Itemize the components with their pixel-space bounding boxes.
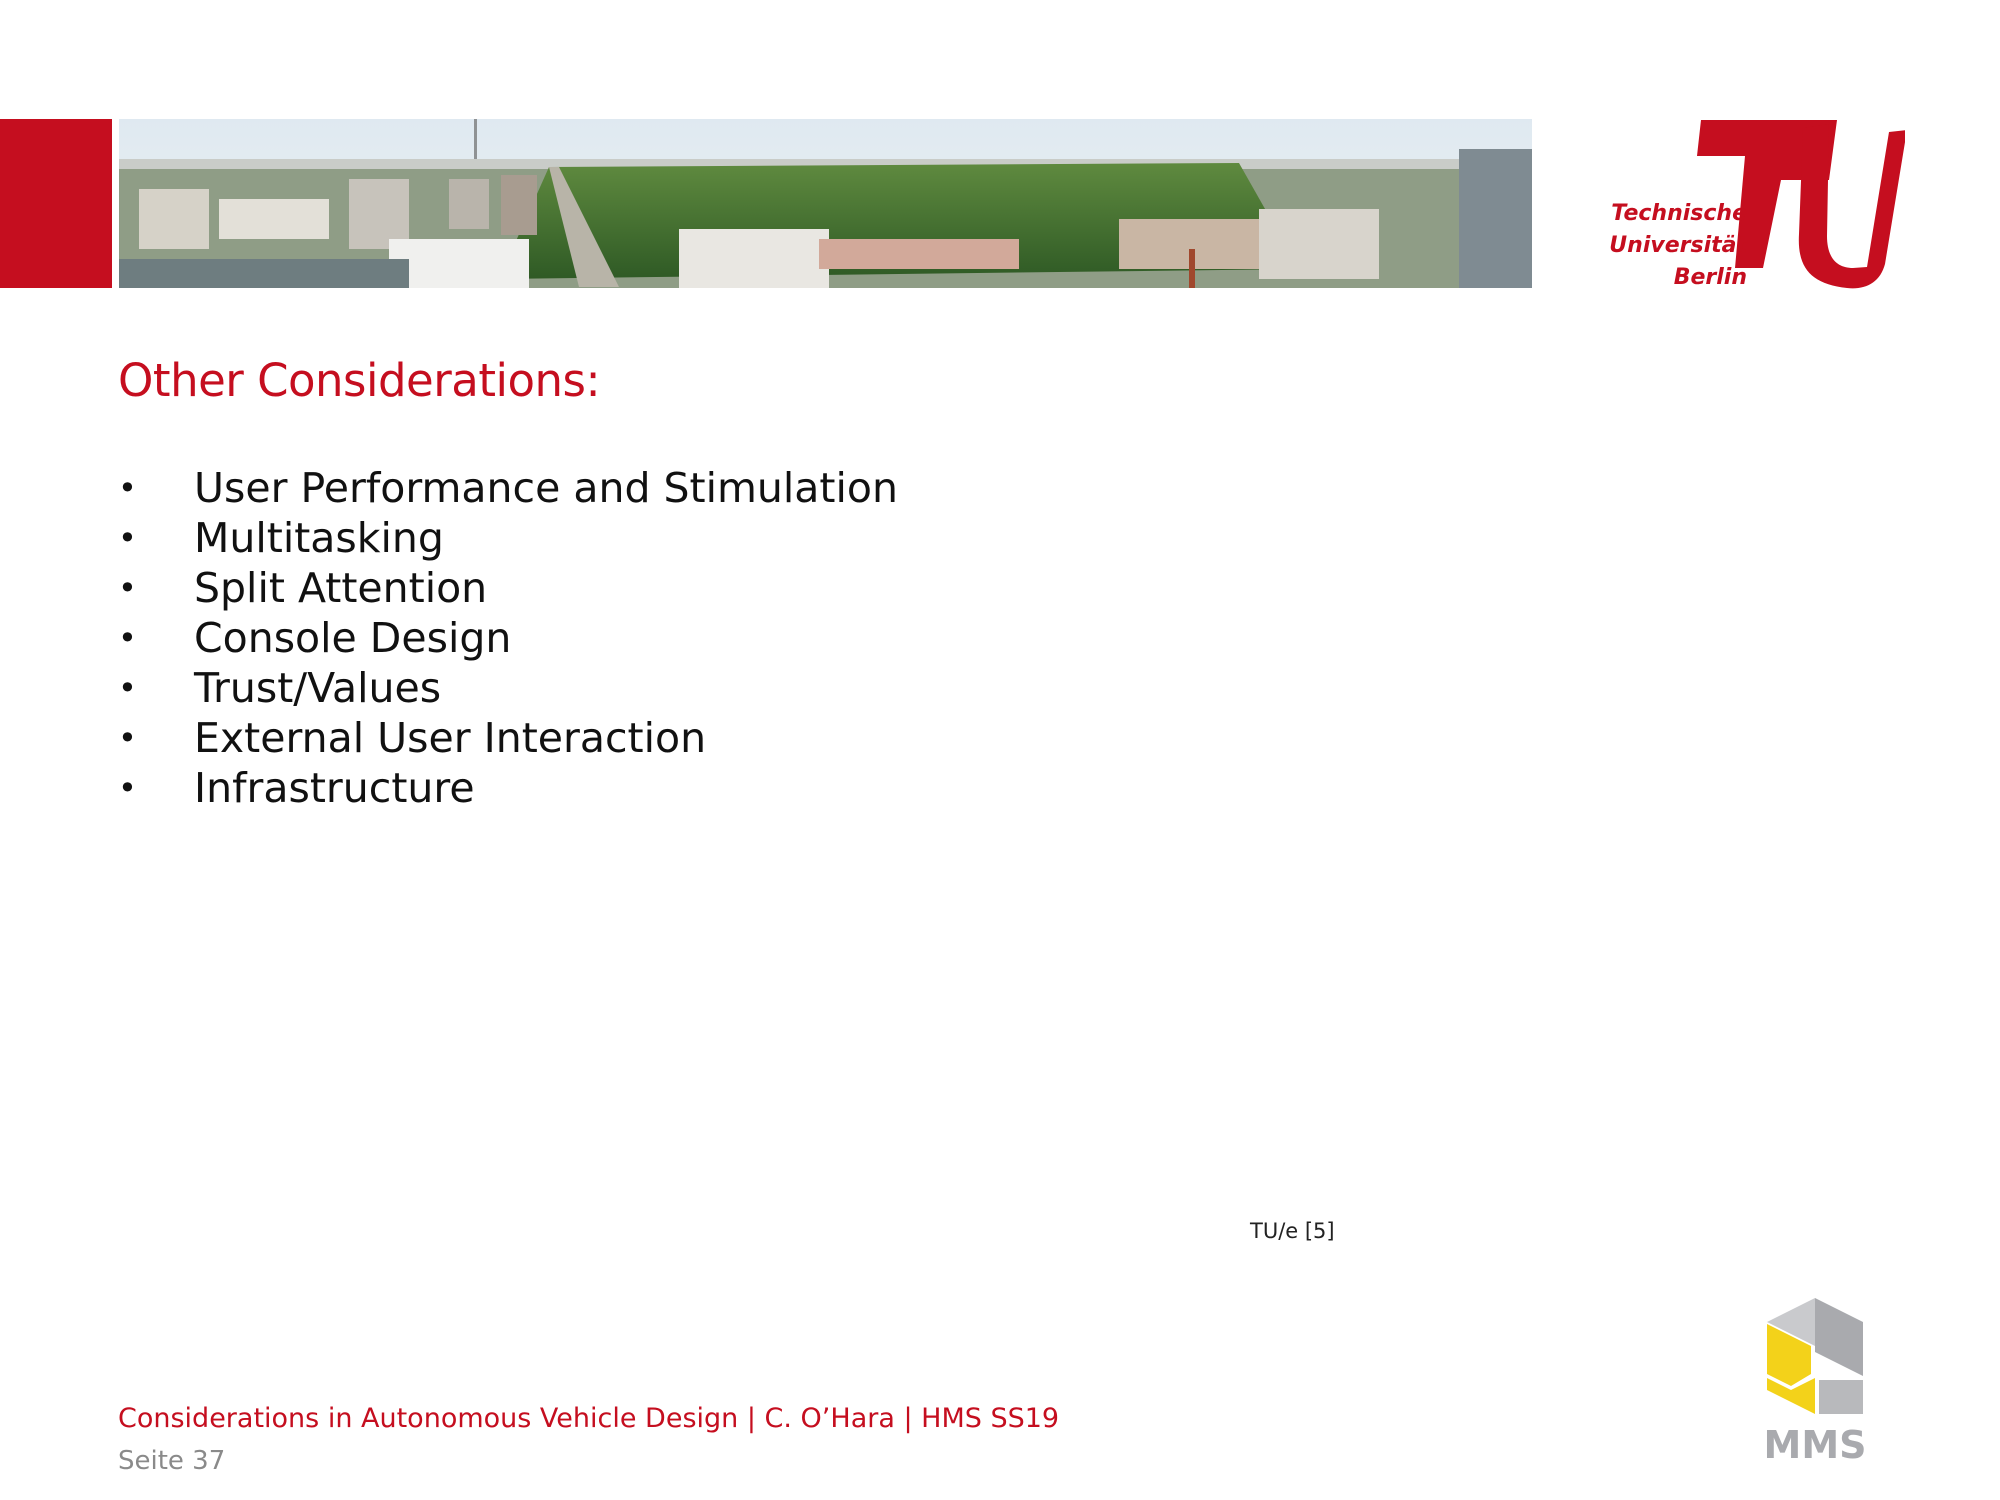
mms-logo: MMS <box>1745 1290 1885 1470</box>
bullet-icon: • <box>118 519 137 557</box>
list-item: • Trust/Values <box>118 663 898 713</box>
bullet-text: Infrastructure <box>194 764 475 812</box>
slide-title: Other Considerations: <box>118 354 601 407</box>
bullet-text: Trust/Values <box>194 664 442 712</box>
bullet-text: External User Interaction <box>194 714 707 762</box>
bullet-icon: • <box>118 719 137 757</box>
bullet-icon: • <box>118 769 137 807</box>
list-item: • Split Attention <box>118 563 898 613</box>
footer-course-line: Considerations in Autonomous Vehicle Des… <box>118 1403 1060 1434</box>
header-red-block <box>0 119 112 288</box>
bullet-icon: • <box>118 619 137 657</box>
list-item: • Infrastructure <box>118 763 898 813</box>
bullet-text: Multitasking <box>194 514 444 562</box>
list-item: • Multitasking <box>118 513 898 563</box>
source-citation: TU/e [5] <box>1250 1219 1335 1243</box>
tu-logo-wordmark: Technische Universität Berlin <box>1609 198 1747 294</box>
page-number: Seite 37 <box>118 1446 226 1476</box>
tu-berlin-logo: Technische Universität Berlin berlin <box>1585 64 1905 298</box>
bullet-list: • User Performance and Stimulation • Multi… <box>118 463 898 813</box>
bullet-icon: • <box>118 469 137 507</box>
list-item: • User Performance and Stimulation <box>118 463 898 513</box>
banner-image <box>119 119 1532 288</box>
list-item: • External User Interaction <box>118 713 898 763</box>
tu-logo-line-1: Technische <box>1611 201 1747 226</box>
tu-logo-line-3: Berlin <box>1673 265 1747 290</box>
tu-logo-line-2: Universität <box>1609 233 1747 258</box>
bullet-icon: • <box>118 569 137 607</box>
mms-logo-text: MMS <box>1764 1423 1867 1467</box>
list-item: • Console Design <box>118 613 898 663</box>
bullet-text: Split Attention <box>194 564 488 612</box>
bullet-text: User Performance and Stimulation <box>194 464 898 512</box>
bullet-text: Console Design <box>194 614 512 662</box>
bullet-icon: • <box>118 669 137 707</box>
